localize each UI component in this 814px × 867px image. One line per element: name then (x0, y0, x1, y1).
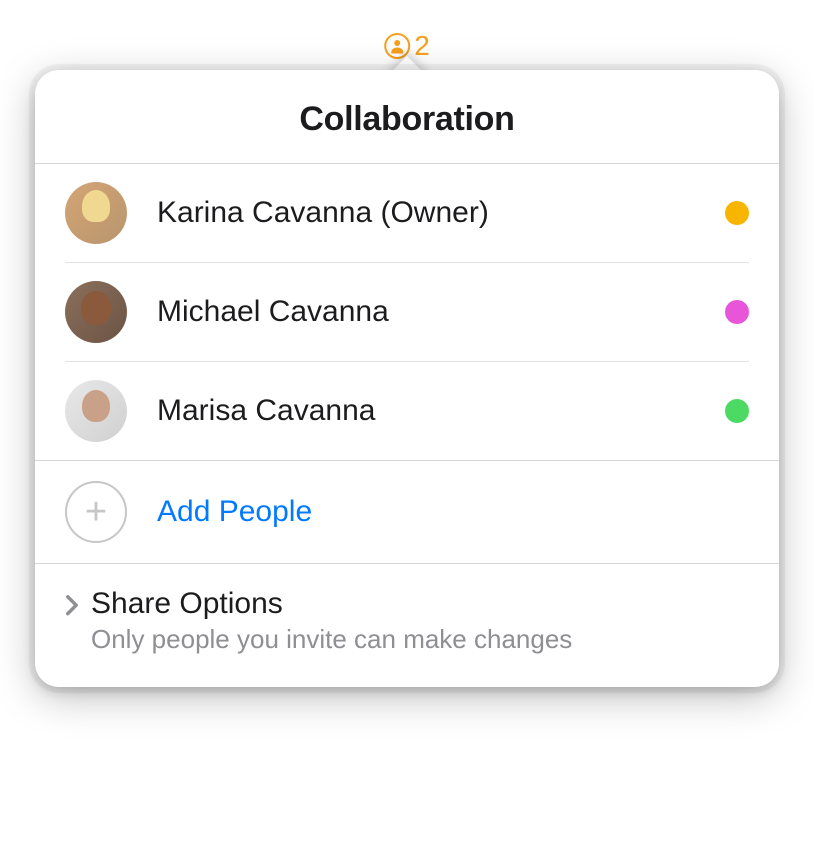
plus-circle-icon: + (65, 481, 127, 543)
participant-name: Michael Cavanna (157, 295, 725, 329)
add-people-button[interactable]: + Add People (35, 460, 779, 564)
participant-name: Marisa Cavanna (157, 394, 725, 428)
participant-name: Karina Cavanna (Owner) (157, 196, 725, 230)
participant-row[interactable]: Marisa Cavanna (65, 362, 749, 460)
status-dot (725, 201, 749, 225)
status-dot (725, 399, 749, 423)
popover-title: Collaboration (35, 100, 779, 139)
avatar (65, 281, 127, 343)
share-options-button[interactable]: Share Options Only people you invite can… (35, 564, 779, 687)
collaboration-popover: Collaboration Karina Cavanna (Owner) Mic… (35, 70, 779, 687)
participant-row[interactable]: Michael Cavanna (65, 263, 749, 362)
avatar (65, 380, 127, 442)
avatar (65, 182, 127, 244)
participant-row[interactable]: Karina Cavanna (Owner) (65, 164, 749, 263)
participant-list: Karina Cavanna (Owner) Michael Cavanna M… (35, 164, 779, 460)
chevron-right-icon (65, 594, 79, 621)
share-options-title: Share Options (91, 586, 572, 622)
status-dot (725, 300, 749, 324)
add-people-label: Add People (157, 495, 312, 529)
share-options-subtitle: Only people you invite can make changes (91, 624, 572, 655)
popover-header: Collaboration (35, 70, 779, 164)
